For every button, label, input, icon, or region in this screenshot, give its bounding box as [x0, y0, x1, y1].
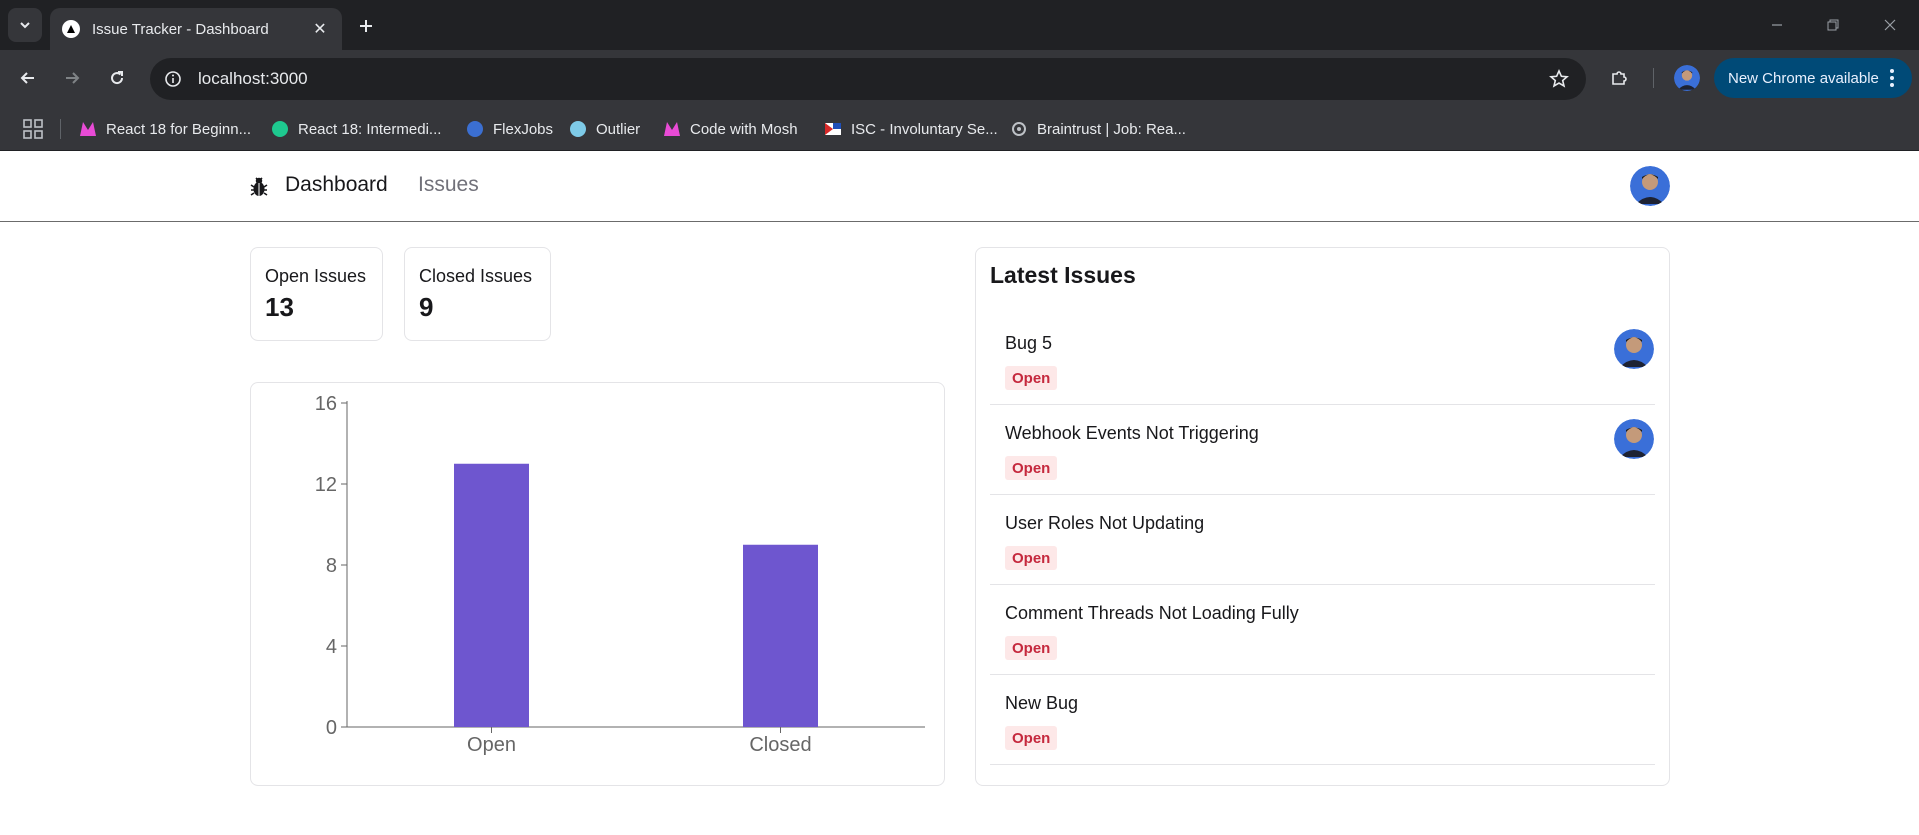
assignee-avatar [1614, 329, 1654, 369]
new-tab-button[interactable] [352, 12, 380, 40]
plus-icon [360, 20, 372, 32]
back-button[interactable] [13, 63, 43, 93]
teachable-icon [270, 119, 290, 139]
closed-issues-count: 9 [419, 292, 434, 322]
bookmark-star-icon[interactable] [1544, 64, 1574, 94]
outlier-icon [568, 119, 588, 139]
bug-icon[interactable] [249, 176, 269, 198]
issue-list-item[interactable]: Bug 5 Open [990, 315, 1655, 405]
app-page: Dashboard Issues Open Issues 13 Closed I… [0, 151, 1919, 835]
y-tick-label: 16 [315, 393, 337, 415]
address-bar[interactable]: localhost:3000 [150, 58, 1586, 100]
new-chrome-available-button[interactable]: New Chrome available [1714, 58, 1912, 98]
y-tick-label: 0 [326, 717, 337, 739]
issue-list-item[interactable]: Webhook Events Not Triggering Open [990, 405, 1655, 495]
browser-tab[interactable]: Issue Tracker - Dashboard ✕ [50, 8, 342, 50]
issue-title-link[interactable]: Comment Threads Not Loading Fully [1005, 603, 1299, 624]
closed-issues-card[interactable]: Closed Issues 9 [404, 247, 551, 341]
flag-icon [823, 119, 843, 139]
browser-tab-strip: Issue Tracker - Dashboard ✕ [0, 0, 1919, 50]
bookmark-item[interactable]: React 18 for Beginn... [78, 117, 251, 141]
bookmark-label: FlexJobs [493, 120, 554, 138]
bookmark-item[interactable]: Braintrust | Job: Rea... [1009, 117, 1186, 141]
minimize-icon [1772, 24, 1782, 26]
bar-open [454, 463, 529, 727]
bookmark-item[interactable]: React 18: Intermedi... [270, 117, 441, 141]
bookmark-label: Code with Mosh [690, 120, 798, 138]
app-navbar: Dashboard Issues [0, 151, 1919, 222]
forward-button[interactable] [57, 63, 87, 93]
browser-toolbar: localhost:3000 New Chrome available [0, 50, 1919, 107]
latest-issues-card: Latest Issues Bug 5 Open Webhook Events No… [975, 247, 1670, 786]
reload-icon [111, 71, 124, 85]
issue-list-item[interactable]: Comment Threads Not Loading Fully Open [990, 585, 1655, 675]
vercel-favicon-icon [62, 20, 80, 38]
profile-avatar[interactable] [1674, 65, 1700, 91]
codewithmosh-icon [662, 119, 682, 139]
bookmark-label: Outlier [596, 120, 641, 138]
status-badge: Open [1005, 546, 1058, 570]
reload-button[interactable] [102, 63, 132, 93]
bookmark-label: React 18 for Beginn... [106, 120, 252, 138]
issue-title-link[interactable]: New Bug [1005, 693, 1078, 714]
issue-chart-card: 0 4 8 12 16 Open Closed [250, 382, 945, 786]
toolbar-divider [1653, 68, 1654, 88]
status-badge: Open [1005, 366, 1058, 390]
y-tick-label: 12 [315, 474, 337, 496]
arrow-left-icon [20, 72, 34, 84]
assignee-avatar [1614, 419, 1654, 459]
issue-title-link[interactable]: Webhook Events Not Triggering [1005, 423, 1259, 444]
codewithmosh-icon [78, 119, 98, 139]
y-tick-label: 8 [326, 555, 337, 577]
bookmark-item[interactable]: Outlier [568, 117, 640, 141]
latest-issues-title: Latest Issues [990, 262, 1136, 288]
update-label: New Chrome available [1728, 69, 1879, 87]
bookmark-item[interactable]: Code with Mosh [662, 117, 798, 141]
bookmark-label: React 18: Intermedi... [298, 120, 442, 138]
nav-link-issues[interactable]: Issues [418, 173, 479, 197]
close-window-button[interactable] [1875, 12, 1905, 38]
site-info-icon[interactable] [160, 66, 186, 92]
close-tab-icon[interactable]: ✕ [310, 19, 330, 39]
open-issues-label: Open Issues [265, 266, 367, 286]
bookmark-label: Braintrust | Job: Rea... [1037, 120, 1186, 138]
bookmarks-bar: React 18 for Beginn... React 18: Intermed… [0, 107, 1919, 151]
x-tick-label: Closed [749, 734, 811, 756]
user-avatar[interactable] [1630, 166, 1670, 206]
more-vert-icon[interactable] [1882, 67, 1902, 89]
arrow-right-icon [66, 72, 80, 84]
issue-title-link[interactable]: Bug 5 [1005, 333, 1052, 354]
x-tick-label: Open [467, 734, 516, 756]
flexjobs-icon [465, 119, 485, 139]
url-text[interactable]: localhost:3000 [198, 69, 1544, 89]
bar-closed [743, 544, 818, 727]
apps-grid-icon[interactable] [22, 118, 44, 140]
tab-title: Issue Tracker - Dashboard [92, 20, 269, 38]
issue-bar-chart: 0 4 8 12 16 Open Closed [315, 393, 925, 756]
status-badge: Open [1005, 456, 1058, 480]
minimize-window-button[interactable] [1762, 12, 1792, 38]
restore-icon [1827, 19, 1839, 31]
close-icon [1884, 19, 1896, 31]
issue-title-link[interactable]: User Roles Not Updating [1005, 513, 1204, 534]
closed-issues-label: Closed Issues [419, 266, 533, 286]
bookmark-item[interactable]: ISC - Involuntary Se... [823, 117, 998, 141]
open-issues-count: 13 [265, 292, 294, 322]
extensions-button[interactable] [1604, 63, 1634, 93]
y-tick-label: 4 [326, 636, 337, 658]
nav-link-dashboard[interactable]: Dashboard [285, 173, 388, 197]
bookmarks-divider [60, 119, 61, 139]
issue-list-item[interactable]: New Bug Open [990, 675, 1655, 765]
chevron-down-icon [20, 22, 30, 29]
bookmark-label: ISC - Involuntary Se... [851, 120, 998, 138]
bookmark-item[interactable]: FlexJobs [465, 117, 553, 141]
status-badge: Open [1005, 726, 1058, 750]
puzzle-icon [1612, 71, 1627, 85]
issue-list-item[interactable]: User Roles Not Updating Open [990, 495, 1655, 585]
tab-search-button[interactable] [8, 8, 42, 42]
status-badge: Open [1005, 636, 1058, 660]
gear-icon [1009, 119, 1029, 139]
open-issues-card[interactable]: Open Issues 13 [250, 247, 383, 341]
restore-window-button[interactable] [1818, 12, 1848, 38]
